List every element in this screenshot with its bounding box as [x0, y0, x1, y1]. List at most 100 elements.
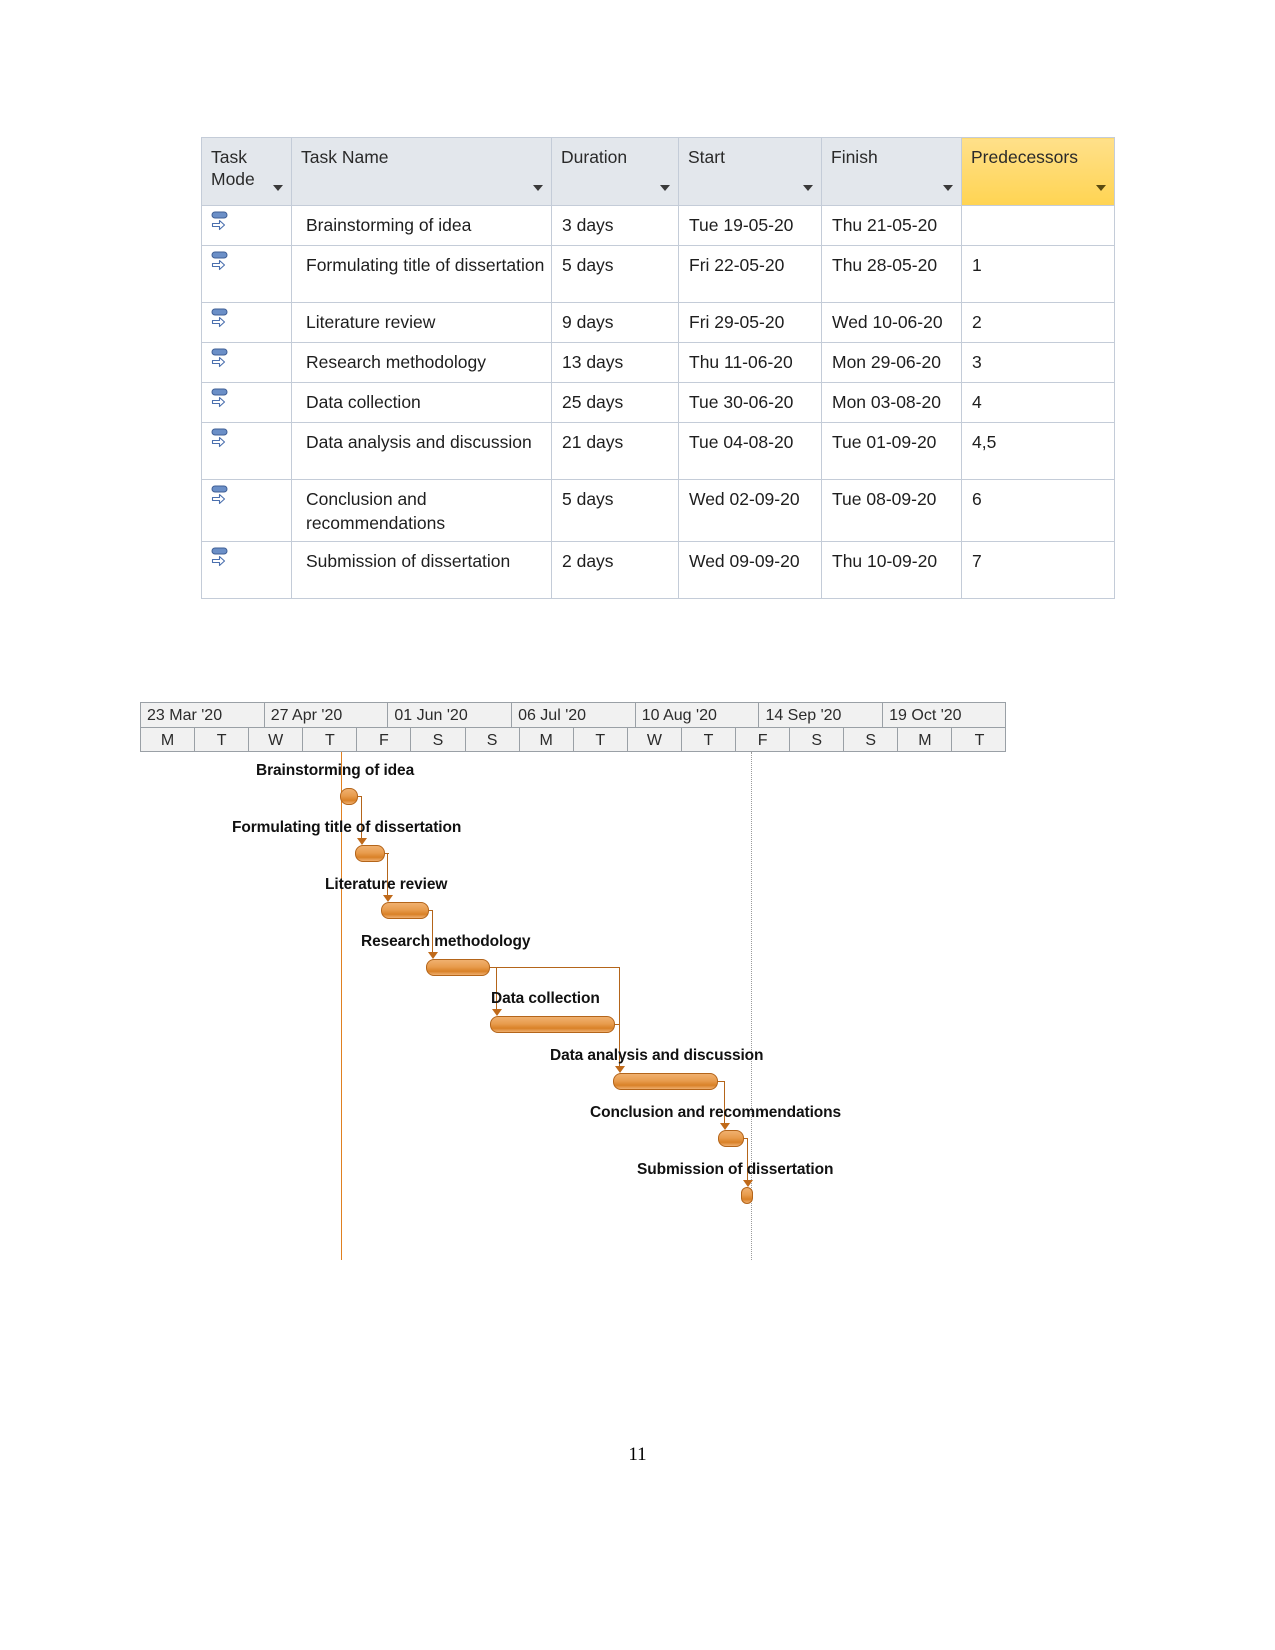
gantt-task-bar[interactable] — [718, 1130, 744, 1147]
table-row[interactable]: Conclusion and recommendations 5 days Wed … — [201, 478, 1115, 543]
auto-schedule-icon[interactable] — [211, 485, 235, 507]
timeline-day-label: S — [466, 728, 520, 751]
cell-predecessors[interactable] — [961, 205, 1115, 246]
column-header-finish-label: Finish — [831, 147, 878, 167]
filter-dropdown-arrow-icon[interactable] — [803, 185, 813, 191]
cell-task-name[interactable]: Formulating title of dissertation — [291, 245, 552, 303]
table-row[interactable]: Formulating title of dissertation 5 days F… — [201, 245, 1115, 303]
cell-task-name[interactable]: Data collection — [291, 382, 552, 423]
cell-duration[interactable]: 9 days — [551, 302, 679, 343]
cell-predecessors[interactable]: 7 — [961, 541, 1115, 600]
gantt-task-bar[interactable] — [426, 959, 490, 976]
auto-schedule-icon[interactable] — [211, 547, 235, 569]
cell-duration[interactable]: 21 days — [551, 422, 679, 480]
column-header-task-name[interactable]: Task Name — [291, 137, 552, 206]
cell-predecessors[interactable]: 3 — [961, 342, 1115, 383]
cell-finish[interactable]: Tue 01-09-20 — [821, 422, 962, 480]
filter-dropdown-arrow-icon[interactable] — [660, 185, 670, 191]
column-header-start[interactable]: Start — [678, 137, 822, 206]
gantt-task-bar[interactable] — [355, 845, 385, 862]
cell-task-mode[interactable] — [201, 541, 292, 600]
cell-predecessors[interactable]: 6 — [961, 478, 1115, 543]
timeline-month-label: 06 Jul '20 — [512, 703, 636, 727]
cell-finish[interactable]: Mon 03-08-20 — [821, 382, 962, 423]
cell-task-mode[interactable] — [201, 205, 292, 246]
cell-task-name[interactable]: Brainstorming of idea — [291, 205, 552, 246]
auto-schedule-icon[interactable] — [211, 428, 235, 450]
timeline-day-label: T — [195, 728, 250, 751]
cell-finish[interactable]: Wed 10-06-20 — [821, 302, 962, 343]
timeline-month-label: 10 Aug '20 — [636, 703, 760, 727]
cell-finish[interactable]: Tue 08-09-20 — [821, 478, 962, 543]
timeline-day-row: MTWTFSSMTWTFSSMT — [140, 727, 1006, 752]
gantt-task-bar[interactable] — [381, 902, 429, 919]
cell-task-mode[interactable] — [201, 245, 292, 303]
column-header-duration[interactable]: Duration — [551, 137, 679, 206]
dependency-arrow-icon — [719, 1123, 730, 1130]
cell-duration[interactable]: 5 days — [551, 478, 679, 543]
cell-finish[interactable]: Thu 21-05-20 — [821, 205, 962, 246]
cell-start[interactable]: Tue 19-05-20 — [678, 205, 822, 246]
cell-task-mode[interactable] — [201, 478, 292, 543]
auto-schedule-icon[interactable] — [211, 211, 235, 233]
timeline-day-label: T — [574, 728, 628, 751]
cell-task-name[interactable]: Conclusion and recommendations — [291, 478, 552, 543]
cell-finish[interactable]: Mon 29-06-20 — [821, 342, 962, 383]
cell-predecessors[interactable]: 4 — [961, 382, 1115, 423]
cell-task-name[interactable]: Literature review — [291, 302, 552, 343]
cell-start[interactable]: Fri 29-05-20 — [678, 302, 822, 343]
column-header-predecessors[interactable]: Predecessors — [961, 137, 1115, 206]
cell-duration[interactable]: 3 days — [551, 205, 679, 246]
filter-dropdown-arrow-icon[interactable] — [533, 185, 543, 191]
cell-task-mode[interactable] — [201, 422, 292, 480]
cell-duration[interactable]: 2 days — [551, 541, 679, 600]
gantt-task-bar[interactable] — [340, 788, 358, 805]
gantt-task-label: Brainstorming of idea — [256, 762, 415, 779]
cell-start[interactable]: Thu 11-06-20 — [678, 342, 822, 383]
auto-schedule-icon[interactable] — [211, 308, 235, 330]
auto-schedule-icon[interactable] — [211, 348, 235, 370]
cell-duration[interactable]: 13 days — [551, 342, 679, 383]
auto-schedule-icon[interactable] — [211, 251, 235, 273]
cell-start[interactable]: Wed 02-09-20 — [678, 478, 822, 543]
cell-start[interactable]: Tue 30-06-20 — [678, 382, 822, 423]
column-header-task-mode[interactable]: Task Mode — [201, 137, 292, 206]
cell-duration[interactable]: 5 days — [551, 245, 679, 303]
timeline-day-label: F — [736, 728, 791, 751]
cell-task-mode[interactable] — [201, 382, 292, 423]
table-row[interactable]: Data collection 25 days Tue 30-06-20 Mon 03… — [201, 382, 1115, 423]
gantt-plot-area: Brainstorming of idea Formulating title o… — [140, 752, 1006, 1260]
table-row[interactable]: Data analysis and discussion 21 days Tue 0… — [201, 422, 1115, 480]
cell-predecessors[interactable]: 2 — [961, 302, 1115, 343]
timeline-month-label: 23 Mar '20 — [141, 703, 265, 727]
cell-predecessors[interactable]: 1 — [961, 245, 1115, 303]
cell-duration[interactable]: 25 days — [551, 382, 679, 423]
table-row[interactable]: Literature review 9 days Fri 29-05-20 Wed 1… — [201, 302, 1115, 343]
column-header-finish[interactable]: Finish — [821, 137, 962, 206]
cell-start[interactable]: Tue 04-08-20 — [678, 422, 822, 480]
table-row[interactable]: Research methodology 13 days Thu 11-06-20 M… — [201, 342, 1115, 383]
filter-dropdown-arrow-icon[interactable] — [273, 185, 283, 191]
timeline-day-label: T — [682, 728, 737, 751]
cell-task-name[interactable]: Submission of dissertation — [291, 541, 552, 600]
filter-dropdown-arrow-icon[interactable] — [1096, 185, 1106, 191]
cell-finish[interactable]: Thu 28-05-20 — [821, 245, 962, 303]
cell-finish[interactable]: Thu 10-09-20 — [821, 541, 962, 600]
gantt-task-bar[interactable] — [741, 1187, 753, 1204]
cell-task-name[interactable]: Research methodology — [291, 342, 552, 383]
column-header-start-label: Start — [688, 147, 725, 167]
auto-schedule-icon[interactable] — [211, 388, 235, 410]
cell-start[interactable]: Wed 09-09-20 — [678, 541, 822, 600]
cell-task-mode[interactable] — [201, 342, 292, 383]
gantt-task-bar[interactable] — [613, 1073, 718, 1090]
cell-task-mode[interactable] — [201, 302, 292, 343]
cell-start[interactable]: Fri 22-05-20 — [678, 245, 822, 303]
table-row[interactable]: Brainstorming of idea 3 days Tue 19-05-20 T… — [201, 205, 1115, 246]
table-row[interactable]: Submission of dissertation 2 days Wed 09-0… — [201, 541, 1115, 600]
gantt-task-label: Literature review — [325, 876, 448, 893]
dependency-arrow-icon — [614, 1066, 625, 1073]
filter-dropdown-arrow-icon[interactable] — [943, 185, 953, 191]
cell-task-name[interactable]: Data analysis and discussion — [291, 422, 552, 480]
cell-predecessors[interactable]: 4,5 — [961, 422, 1115, 480]
gantt-task-bar[interactable] — [490, 1016, 615, 1033]
